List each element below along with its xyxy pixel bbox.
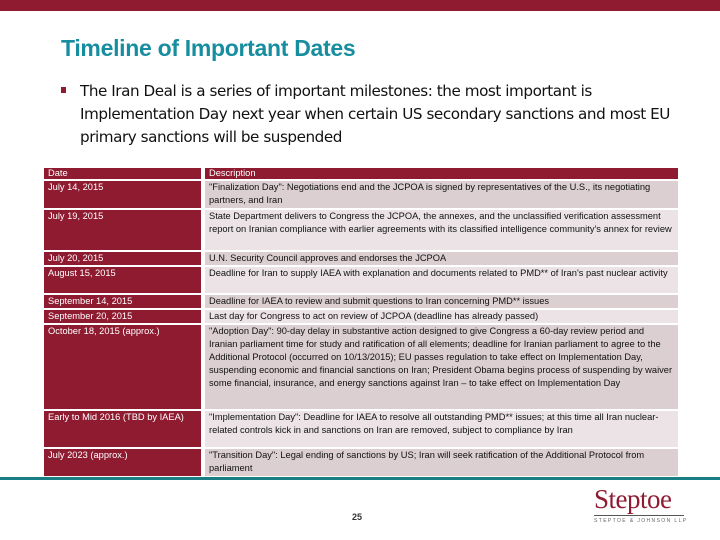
row-description: State Department delivers to Congress th… xyxy=(205,210,678,250)
row-date: July 19, 2015 xyxy=(44,210,205,250)
header-description: Description xyxy=(205,168,678,179)
row-description: U.N. Security Council approves and endor… xyxy=(205,252,678,265)
table-header-row: Date Description xyxy=(44,168,678,179)
row-date: Early to Mid 2016 (TBD by IAEA) xyxy=(44,411,205,447)
table-row: July 2023 (approx.) "Transition Day": Le… xyxy=(44,449,678,476)
logo-rule xyxy=(594,515,684,516)
row-date: July 14, 2015 xyxy=(44,181,205,208)
row-date: July 20, 2015 xyxy=(44,252,205,265)
table-row: Early to Mid 2016 (TBD by IAEA) "Impleme… xyxy=(44,411,678,447)
logo-name: Steptoe xyxy=(594,484,672,514)
page-number: 25 xyxy=(352,512,363,522)
row-description: Last day for Congress to act on review o… xyxy=(205,310,678,323)
table-row: September 20, 2015 Last day for Congress… xyxy=(44,310,678,323)
table-row: July 14, 2015 "Finalization Day": Negoti… xyxy=(44,181,678,208)
timeline-table: Date Description July 14, 2015 "Finaliza… xyxy=(44,166,678,478)
row-date: September 20, 2015 xyxy=(44,310,205,323)
steptoe-logo: Steptoe STEPTOE & JOHNSON LLP xyxy=(594,484,688,524)
row-description: "Finalization Day": Negotiations end and… xyxy=(205,181,678,208)
bullet-point: The Iran Deal is a series of important m… xyxy=(61,80,681,149)
top-brand-bar xyxy=(0,0,720,11)
logo-subtitle: STEPTOE & JOHNSON LLP xyxy=(594,518,688,524)
row-date: September 14, 2015 xyxy=(44,295,205,308)
row-description: Deadline for IAEA to review and submit q… xyxy=(205,295,678,308)
table-row: October 18, 2015 (approx.) "Adoption Day… xyxy=(44,325,678,409)
table-row: July 20, 2015 U.N. Security Council appr… xyxy=(44,252,678,265)
footer-divider xyxy=(0,477,720,480)
row-date: August 15, 2015 xyxy=(44,267,205,293)
table-row: August 15, 2015 Deadline for Iran to sup… xyxy=(44,267,678,293)
header-date: Date xyxy=(44,168,205,179)
slide-title: Timeline of Important Dates xyxy=(61,35,356,61)
square-bullet-icon xyxy=(61,87,66,93)
row-description: "Transition Day": Legal ending of sancti… xyxy=(205,449,678,476)
bullet-text: The Iran Deal is a series of important m… xyxy=(80,82,670,146)
row-description: "Implementation Day": Deadline for IAEA … xyxy=(205,411,678,447)
table-row: July 19, 2015 State Department delivers … xyxy=(44,210,678,250)
row-date: October 18, 2015 (approx.) xyxy=(44,325,205,409)
table-row: September 14, 2015 Deadline for IAEA to … xyxy=(44,295,678,308)
row-date: July 2023 (approx.) xyxy=(44,449,205,476)
row-description: "Adoption Day": 90-day delay in substant… xyxy=(205,325,678,409)
row-description: Deadline for Iran to supply IAEA with ex… xyxy=(205,267,678,293)
